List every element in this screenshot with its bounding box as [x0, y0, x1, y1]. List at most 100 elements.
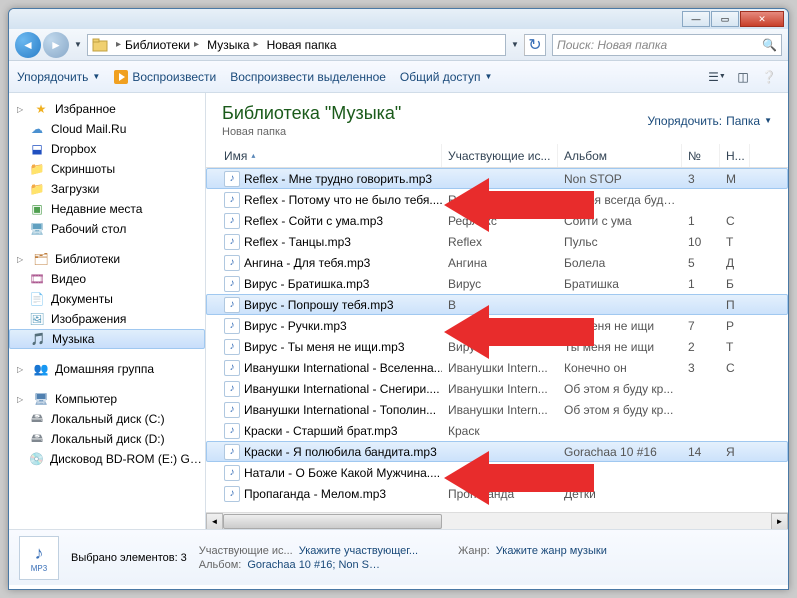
disk-icon: 🖴 [29, 431, 45, 447]
organize-menu[interactable]: Упорядочить▼ [17, 70, 100, 84]
back-button[interactable]: ◄ [15, 32, 41, 58]
library-title: Библиотека "Музыка" [222, 103, 401, 124]
computer-header[interactable]: ▷🖥Компьютер [9, 389, 205, 409]
toolbar: Упорядочить▼ Воспроизвести Воспроизвести… [9, 61, 788, 93]
scroll-thumb[interactable] [223, 514, 442, 529]
column-genre[interactable]: Н... [720, 144, 750, 167]
horizontal-scrollbar[interactable]: ◄ ► [206, 512, 788, 529]
annotation-arrow [444, 302, 594, 367]
sidebar-item[interactable]: ⬓Dropbox [9, 139, 205, 159]
titlebar: ― ▭ ✕ [9, 9, 788, 29]
column-artist[interactable]: Участвующие ис... [442, 144, 558, 167]
minimize-button[interactable]: ― [682, 11, 710, 27]
column-headers: Имя▴ Участвующие ис... Альбом № Н... [206, 144, 788, 168]
mp3-icon [224, 318, 240, 334]
mp3-icon [224, 339, 240, 355]
library-icon: 🗂 [33, 251, 49, 267]
sidebar-item[interactable]: 🖴Локальный диск (C:) [9, 409, 205, 429]
documents-icon: 📄 [29, 291, 45, 307]
sidebar-item[interactable]: 📁Загрузки [9, 179, 205, 199]
music-note-icon: ♪ [35, 543, 44, 564]
computer-icon: 🖥 [33, 391, 49, 407]
sidebar-item[interactable]: 📄Документы [9, 289, 205, 309]
sidebar-item[interactable]: 💿Дисковод BD-ROM (E:) G… [9, 449, 205, 469]
scroll-right-button[interactable]: ► [771, 513, 788, 530]
path-dropdown[interactable]: ▼ [508, 35, 522, 55]
search-input[interactable]: Поиск: Новая папка 🔍 [552, 34, 782, 56]
mp3-icon [224, 381, 240, 397]
mp3-icon [224, 486, 240, 502]
library-subtitle: Новая папка [222, 126, 401, 138]
mp3-icon [224, 171, 240, 187]
preview-pane-button[interactable]: ◫ [732, 67, 754, 87]
sidebar-item[interactable]: 🖼Изображения [9, 309, 205, 329]
navbar: ◄ ► ▼ ▸ Библиотеки▸ Музыка▸ Новая папка … [9, 29, 788, 61]
sidebar-item[interactable]: ☁Cloud Mail.Ru [9, 119, 205, 139]
play-icon [114, 70, 128, 84]
file-row[interactable]: Вирус - Братишка.mp3ВирусБратишка1Б [206, 273, 788, 294]
favorites-header[interactable]: ▷★Избранное [9, 99, 205, 119]
libraries-header[interactable]: ▷🗂Библиотеки [9, 249, 205, 269]
explorer-window: ― ▭ ✕ ◄ ► ▼ ▸ Библиотеки▸ Музыка▸ Новая … [8, 8, 789, 590]
cloud-icon: ☁ [29, 121, 45, 137]
mp3-icon [224, 213, 240, 229]
refresh-button[interactable]: ↻ [524, 34, 546, 56]
sidebar-item[interactable]: 🖥Рабочий стол [9, 219, 205, 239]
sidebar-item-music[interactable]: 🎵Музыка [9, 329, 205, 349]
dropbox-icon: ⬓ [29, 141, 45, 157]
play-button[interactable]: Воспроизвести [114, 70, 216, 84]
breadcrumb-segment[interactable]: Музыка▸ [203, 35, 262, 55]
mp3-icon [224, 255, 240, 271]
location-icon [92, 37, 112, 53]
play-selected-button[interactable]: Воспроизвести выделенное [230, 70, 386, 84]
arrange-by[interactable]: Упорядочить: Папка ▼ [647, 114, 772, 128]
mp3-icon [224, 192, 240, 208]
column-album[interactable]: Альбом [558, 144, 682, 167]
annotation-arrow [444, 175, 594, 240]
scroll-left-button[interactable]: ◄ [206, 513, 223, 530]
column-name[interactable]: Имя▴ [218, 144, 442, 167]
homegroup-icon: 👥 [33, 361, 49, 377]
close-button[interactable]: ✕ [740, 11, 784, 27]
share-menu[interactable]: Общий доступ▼ [400, 70, 493, 84]
file-row[interactable]: Краски - Старший брат.mp3Краск [206, 420, 788, 441]
mp3-icon [224, 276, 240, 292]
images-icon: 🖼 [29, 311, 45, 327]
column-number[interactable]: № [682, 144, 720, 167]
file-thumbnail: ♪ MP3 [19, 536, 59, 580]
artist-field[interactable]: Укажите участвующег... [299, 545, 418, 557]
dvd-icon: 💿 [29, 451, 44, 467]
file-row[interactable]: Иванушки International - Снегири....Иван… [206, 378, 788, 399]
file-row[interactable]: Иванушки International - Тополин...Ивану… [206, 399, 788, 420]
breadcrumb-segment[interactable]: Библиотеки▸ [121, 35, 203, 55]
view-options-button[interactable]: ☰ ▼ [706, 67, 728, 87]
forward-button[interactable]: ► [43, 32, 69, 58]
mp3-icon [224, 423, 240, 439]
star-icon: ★ [33, 101, 49, 117]
history-dropdown[interactable]: ▼ [71, 35, 85, 55]
navigation-pane[interactable]: ▷★Избранное ☁Cloud Mail.Ru ⬓Dropbox 📁Скр… [9, 93, 206, 529]
mp3-icon [224, 297, 240, 313]
file-row[interactable]: Ангина - Для тебя.mp3АнгинаБолела5Д [206, 252, 788, 273]
downloads-icon: 📁 [29, 181, 45, 197]
selection-count: Выбрано элементов: 3 [71, 552, 187, 564]
video-icon: 🎞 [29, 271, 45, 287]
breadcrumb-segment[interactable]: Новая папка [263, 35, 341, 55]
sidebar-item[interactable]: 🖴Локальный диск (D:) [9, 429, 205, 449]
mp3-icon [224, 444, 240, 460]
sidebar-item[interactable]: 🎞Видео [9, 269, 205, 289]
library-header: Библиотека "Музыка" Новая папка Упорядоч… [206, 93, 788, 144]
album-field[interactable]: Gorachaa 10 #16; Non S… [247, 559, 380, 571]
breadcrumb[interactable]: ▸ Библиотеки▸ Музыка▸ Новая папка [87, 34, 506, 56]
genre-field[interactable]: Укажите жанр музыки [496, 545, 607, 557]
sidebar-item[interactable]: 📁Скриншоты [9, 159, 205, 179]
mp3-icon [224, 234, 240, 250]
music-icon: 🎵 [30, 331, 46, 347]
folder-icon: 📁 [29, 161, 45, 177]
details-pane: ♪ MP3 Выбрано элементов: 3 Участвующие и… [9, 529, 788, 585]
maximize-button[interactable]: ▭ [711, 11, 739, 27]
recent-icon: ▣ [29, 201, 45, 217]
help-button[interactable]: ❔ [758, 67, 780, 87]
homegroup-header[interactable]: ▷👥Домашняя группа [9, 359, 205, 379]
sidebar-item[interactable]: ▣Недавние места [9, 199, 205, 219]
